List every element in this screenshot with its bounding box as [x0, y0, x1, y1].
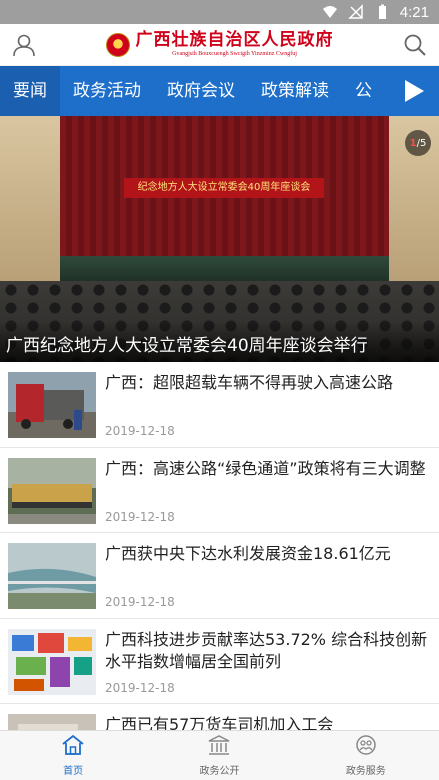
news-thumbnail: [8, 372, 96, 438]
nav-government-affairs-label: 政务公开: [199, 766, 240, 777]
nav-government-services[interactable]: 政务服务: [293, 731, 439, 780]
news-date: 2019-12-18: [105, 680, 175, 695]
national-emblem-icon: [105, 32, 130, 57]
carousel-pager: 1 /5: [405, 130, 431, 156]
nav-government-affairs[interactable]: 政务公开: [146, 731, 292, 780]
service-icon: [354, 734, 378, 760]
tab-government-meetings[interactable]: 政府会议: [154, 66, 248, 116]
news-item[interactable]: 广西已有57万货车司机加入工会: [0, 704, 439, 730]
news-title: 广西科技进步贡献率达53.72% 综合科技创新水平指数增幅居全国前列: [105, 629, 428, 671]
tab-policy-interpretation[interactable]: 政策解读: [248, 66, 342, 116]
status-bar: 4:21: [0, 0, 439, 24]
news-thumbnail: [8, 714, 96, 730]
news-date: 2019-12-18: [105, 509, 175, 524]
news-date: 2019-12-18: [105, 595, 175, 609]
signal-off-icon: [347, 4, 364, 20]
tab-government-activities[interactable]: 政务活动: [60, 66, 154, 116]
site-logo: 广西壮族自治区人民政府 Gvangjsih Bouxcuengh Swcigih…: [105, 30, 334, 58]
building-icon: [207, 734, 231, 760]
user-icon[interactable]: [10, 31, 38, 59]
bottom-navigation: 首页 政务公开 政务服务: [0, 730, 439, 780]
news-thumbnail: [8, 628, 96, 695]
news-title: 广西获中央下达水利发展资金18.61亿元: [105, 544, 391, 563]
news-item[interactable]: 广西：高速公路“绿色通道”政策将有三大调整 2019-12-18: [0, 448, 439, 533]
nav-home-label: 首页: [63, 766, 84, 777]
search-icon[interactable]: [401, 31, 429, 59]
news-item[interactable]: 广西：超限超载车辆不得再驶入高速公路 2019-12-18: [0, 362, 439, 448]
news-list: 广西：超限超载车辆不得再驶入高速公路 2019-12-18 广西：高速公路“绿色…: [0, 362, 439, 730]
wifi-icon: [322, 4, 338, 20]
hero-meeting-banner: 纪念地方人大设立常委会40周年座谈会: [124, 178, 324, 198]
hero-caption[interactable]: 广西纪念地方人大设立常委会40周年座谈会举行: [6, 331, 368, 356]
news-title: 广西已有57万货车司机加入工会: [105, 715, 334, 730]
site-subtitle: Gvangjsih Bouxcuengh Swcigih Yinzminz Cw…: [172, 51, 297, 57]
news-title: 广西：超限超载车辆不得再驶入高速公路: [105, 373, 394, 392]
status-time: 4:21: [399, 3, 429, 21]
nav-home[interactable]: 首页: [0, 731, 146, 780]
category-tab-bar: 要闻 政务活动 政府会议 政策解读 公: [0, 66, 439, 116]
home-icon: [61, 734, 85, 760]
news-thumbnail: [8, 543, 96, 609]
pager-current: 1: [409, 137, 417, 149]
news-item[interactable]: 广西科技进步贡献率达53.72% 综合科技创新水平指数增幅居全国前列 2019-…: [0, 619, 439, 704]
news-item[interactable]: 广西获中央下达水利发展资金18.61亿元 2019-12-18: [0, 533, 439, 619]
news-date: 2019-12-18: [105, 424, 175, 438]
battery-icon: [374, 4, 390, 20]
tab-news[interactable]: 要闻: [0, 66, 60, 116]
tab-scroll-right-icon[interactable]: [387, 66, 439, 116]
news-thumbnail: [8, 457, 96, 524]
tab-public[interactable]: 公: [342, 66, 385, 116]
nav-government-services-label: 政务服务: [345, 766, 386, 777]
pager-total: /5: [416, 137, 427, 149]
app-header: 广西壮族自治区人民政府 Gvangjsih Bouxcuengh Swcigih…: [0, 24, 439, 66]
site-title: 广西壮族自治区人民政府: [135, 30, 334, 50]
hero-carousel[interactable]: 纪念地方人大设立常委会40周年座谈会 广西纪念地方人大设立常委会40周年座谈会举…: [0, 116, 439, 362]
news-title: 广西：高速公路“绿色通道”政策将有三大调整: [105, 458, 426, 478]
